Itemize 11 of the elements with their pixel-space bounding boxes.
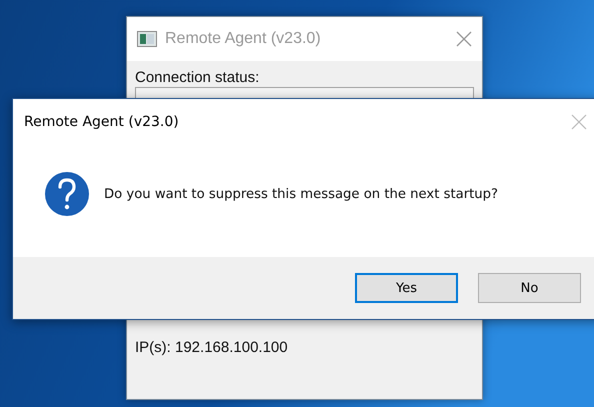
question-icon bbox=[45, 172, 89, 216]
ip-text: IP(s): 192.168.100.100 bbox=[135, 339, 289, 356]
connection-label: Connection status: bbox=[135, 69, 260, 86]
close-icon[interactable] bbox=[571, 114, 587, 130]
window-title: Remote Agent (v23.0) bbox=[165, 30, 322, 48]
dialog-button[interactable]: No bbox=[478, 273, 581, 303]
app-icon bbox=[137, 31, 157, 47]
dialog-title: Remote Agent (v23.0) bbox=[24, 114, 180, 130]
close-icon[interactable] bbox=[456, 31, 472, 47]
dialog-button[interactable]: Yes bbox=[355, 273, 458, 303]
dialog-message: Do you want to suppress this message on the next startup? bbox=[104, 186, 498, 202]
